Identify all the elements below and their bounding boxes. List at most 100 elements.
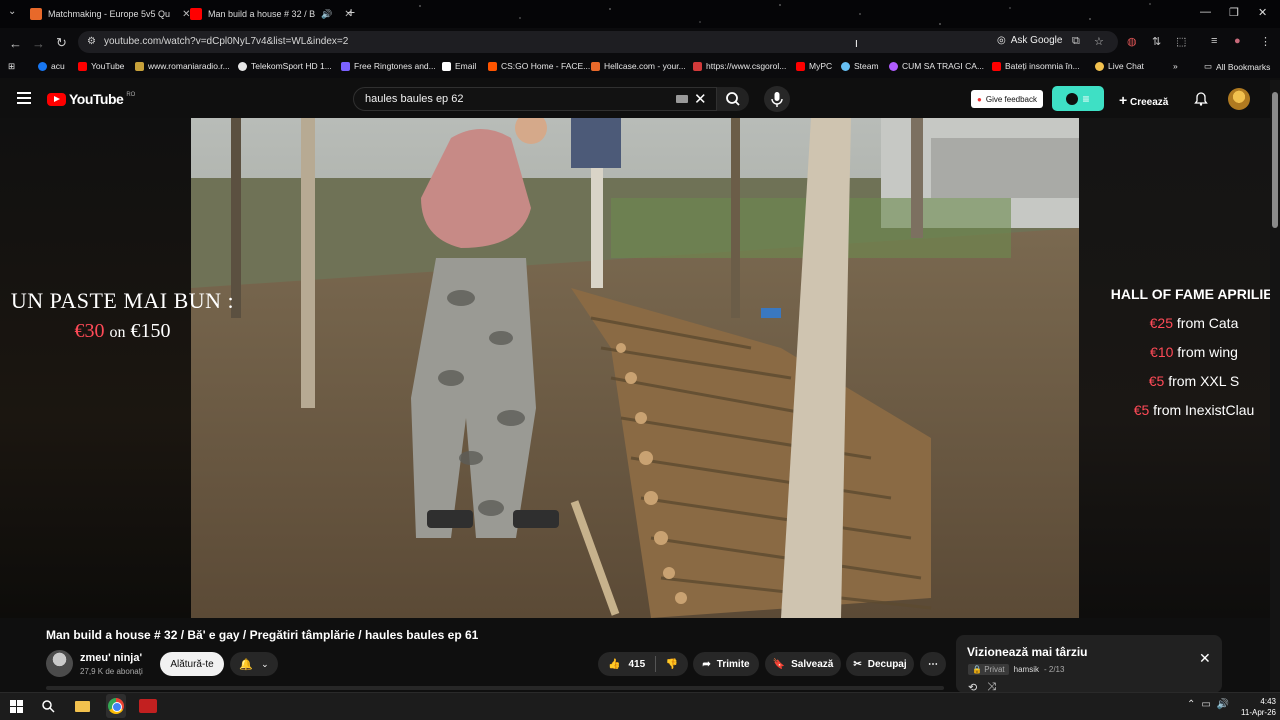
playlist-position: - 2/13 <box>1044 665 1065 674</box>
bookmark-icon <box>889 61 898 71</box>
clip-label: Decupaj <box>867 658 907 670</box>
share-button[interactable]: ➦ Trimite <box>693 652 759 676</box>
hall-of-fame-entry: €25 from Cata <box>1098 315 1280 331</box>
more-actions-button[interactable]: ⋯ <box>920 652 946 676</box>
windows-start-icon[interactable] <box>7 697 25 715</box>
video-title: Man build a house # 32 / Bă' e gay / Pre… <box>46 628 479 642</box>
file-explorer-icon[interactable] <box>73 697 91 715</box>
guide-menu-icon[interactable] <box>17 92 31 104</box>
bookmark-item[interactable]: Hellcase.com - your... <box>591 61 686 71</box>
description-box[interactable] <box>46 686 944 690</box>
taskbar-clock[interactable]: 4:43 11-Apr-26 <box>1234 696 1276 718</box>
ask-google-button[interactable]: ◎ Ask Google <box>997 35 1062 46</box>
url-text[interactable]: youtube.com/watch?v=dCpl0NyL7v4&list=WL&… <box>104 36 348 47</box>
playlist-owner[interactable]: hamsik <box>1014 665 1039 674</box>
extension-icon[interactable]: ◍ <box>1127 35 1137 48</box>
bookmark-label: MyPC <box>809 61 833 71</box>
extension-icon[interactable]: ⇅ <box>1152 35 1161 48</box>
search-query-text[interactable]: haules baules ep 62 <box>365 93 463 105</box>
reload-icon[interactable]: ↻ <box>56 35 67 51</box>
bookmark-item[interactable]: CUM SA TRAGI CA... <box>889 61 984 71</box>
scissors-icon: ✂ <box>853 658 862 670</box>
dislike-button[interactable]: 👎 <box>656 652 688 676</box>
video-player[interactable] <box>191 118 1079 618</box>
ask-google-label: Ask Google <box>1010 35 1063 46</box>
extensions-puzzle-icon[interactable]: ⬚ <box>1176 35 1186 48</box>
like-button[interactable]: 👍 415 <box>598 652 655 676</box>
close-window-icon[interactable]: ✕ <box>1258 6 1267 19</box>
give-feedback-label: Give feedback <box>985 94 1037 104</box>
tab-search-icon[interactable]: ⌄ <box>8 6 16 17</box>
browser-tab-youtube[interactable]: Man build a house # 32 / B 🔊 ✕ <box>190 4 353 24</box>
restore-icon[interactable]: ❐ <box>1229 6 1239 19</box>
network-icon[interactable]: ▭ <box>1201 699 1210 710</box>
channel-name[interactable]: zmeu' ninja' <box>80 652 142 664</box>
app-icon[interactable] <box>139 697 157 715</box>
join-button[interactable]: Alătură-te <box>160 652 224 676</box>
chevron-up-icon[interactable]: ⌃ <box>1187 699 1195 710</box>
extension-logo-icon <box>1066 92 1079 105</box>
bookmark-item[interactable]: TelekomSport HD 1... <box>238 61 332 71</box>
bookmark-item[interactable]: Bateți insomnia în... <box>992 61 1080 71</box>
more-dots-icon: ⋯ <box>928 658 938 670</box>
voice-search-button[interactable] <box>764 86 790 112</box>
subscription-notifications-button[interactable]: 🔔 ⌄ <box>230 652 278 676</box>
donation-amount: €5 <box>1133 402 1150 418</box>
bookmark-item[interactable]: Live Chat <box>1095 61 1144 71</box>
bookmark-label: YouTube <box>91 61 125 71</box>
all-bookmarks-folder[interactable]: ▭ All Bookmarks <box>1204 61 1270 72</box>
donation-goal: €150 <box>130 320 171 342</box>
bookmark-item[interactable]: acu <box>38 61 65 71</box>
bookmark-item[interactable]: CS:GO Home - FACE... <box>488 61 590 71</box>
lock-icon: 🔒 <box>972 665 982 674</box>
steam-icon <box>841 61 850 71</box>
youtube-favicon-icon <box>190 8 202 20</box>
save-button[interactable]: 🔖 Salvează <box>765 652 841 676</box>
scrollbar-thumb[interactable] <box>1272 92 1278 228</box>
privacy-badge: 🔒 Privat <box>968 664 1009 675</box>
lens-icon: ◎ <box>997 35 1006 46</box>
youtube-logo[interactable]: YouTube RO <box>47 91 135 107</box>
youtube-play-icon <box>47 92 66 106</box>
bookmark-item[interactable]: Email <box>442 61 476 71</box>
close-icon[interactable]: ✕ <box>1199 650 1211 667</box>
more-bookmarks-icon[interactable]: » <box>1173 61 1178 71</box>
chrome-logo <box>108 698 124 714</box>
forward-icon[interactable]: → <box>32 36 45 51</box>
account-avatar[interactable] <box>1228 88 1250 110</box>
email-icon <box>442 61 451 71</box>
playlist-title[interactable]: Vizionează mai târziu <box>967 645 1088 659</box>
back-icon[interactable]: ← <box>9 36 22 51</box>
donation-current: €30 <box>74 320 105 342</box>
clear-search-icon[interactable]: ✕ <box>694 90 707 108</box>
speaker-icon[interactable]: 🔊 <box>321 9 332 20</box>
search-button[interactable] <box>717 87 749 111</box>
minimize-icon[interactable]: — <box>1200 6 1211 18</box>
chrome-icon[interactable] <box>107 697 125 715</box>
clip-button[interactable]: ✂ Decupaj <box>846 652 914 676</box>
site-info-icon[interactable]: ⚙ <box>87 36 96 47</box>
youtube-icon <box>78 61 87 71</box>
bookmark-item[interactable]: Free Ringtones and... <box>341 61 436 71</box>
bookmark-star-icon[interactable]: ☆ <box>1094 35 1104 48</box>
bookmark-item[interactable]: www.romaniaradio.r... <box>135 61 230 71</box>
browser-tab-matchmaking[interactable]: Matchmaking - Europe 5v5 Qu ✕ <box>30 4 190 24</box>
give-feedback-button[interactable]: ● Give feedback <box>971 90 1043 108</box>
bookmark-item[interactable]: https://www.csgorol... <box>693 61 786 71</box>
apps-grid-icon[interactable]: ⊞ <box>8 61 15 72</box>
notifications-bell-icon[interactable] <box>1193 91 1209 110</box>
media-controls-icon[interactable]: ≡ <box>1211 35 1217 47</box>
create-button[interactable]: + Creează <box>1119 92 1168 108</box>
search-icon[interactable] <box>39 697 57 715</box>
bookmark-item[interactable]: Steam <box>841 61 879 71</box>
new-tab-icon[interactable]: + <box>347 4 355 20</box>
browser-menu-icon[interactable]: ⋮ <box>1260 35 1271 48</box>
keyboard-icon[interactable] <box>676 95 688 103</box>
volume-icon[interactable]: 🔊 <box>1217 699 1229 710</box>
bookmark-item[interactable]: YouTube <box>78 61 124 71</box>
extension-menu-button[interactable]: ≡ <box>1052 86 1104 111</box>
profile-icon[interactable]: ● <box>1234 35 1241 47</box>
install-app-icon[interactable]: ⧉ <box>1072 35 1080 48</box>
bookmark-item[interactable]: MyPC <box>796 61 832 71</box>
channel-avatar[interactable] <box>46 650 73 677</box>
